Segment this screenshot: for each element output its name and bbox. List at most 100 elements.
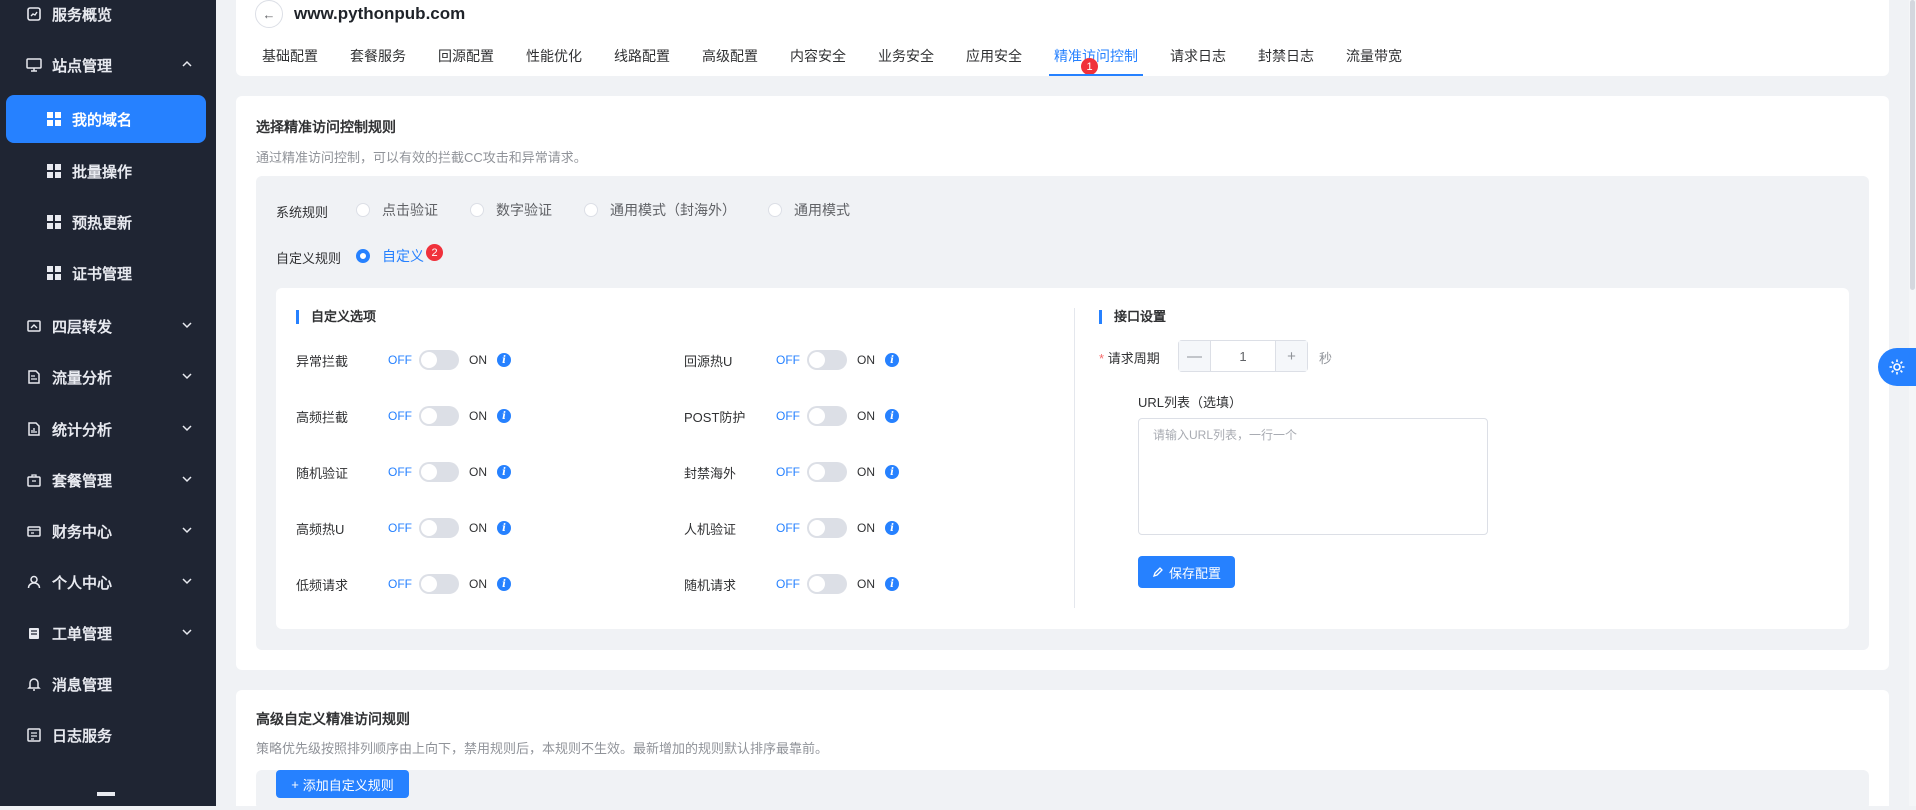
radio-general-mode[interactable]: 通用模式 <box>768 200 850 220</box>
info-icon[interactable]: i <box>497 409 511 423</box>
sidebar-item-label: 批量操作 <box>72 163 133 181</box>
plus-icon: + <box>291 776 299 792</box>
sidebar-item-label: 工单管理 <box>52 625 113 643</box>
scrollbar[interactable] <box>1909 0 1916 806</box>
back-button[interactable]: ← <box>255 0 283 28</box>
sidebar-item-site-management[interactable]: 站点管理 <box>0 43 216 87</box>
info-icon[interactable]: i <box>497 577 511 591</box>
radio-circle <box>768 203 782 217</box>
tab-request-log[interactable]: 请求日志 <box>1170 46 1226 76</box>
sidebar-item-overview[interactable]: 服务概览 <box>0 0 216 36</box>
sidebar-item-certificates[interactable]: 证书管理 <box>0 251 216 295</box>
toggle-high-freq-block[interactable] <box>419 406 459 426</box>
sidebar-item-finance[interactable]: 财务中心 <box>0 509 216 553</box>
tab-access-control[interactable]: 精准访问控制 1 <box>1049 46 1143 76</box>
sidebar-item-statistics[interactable]: 统计分析 <box>0 407 216 451</box>
info-icon[interactable]: i <box>885 409 899 423</box>
info-icon[interactable]: i <box>497 521 511 535</box>
info-icon[interactable]: i <box>885 353 899 367</box>
sidebar-item-tickets[interactable]: 工单管理 <box>0 611 216 655</box>
switch-row: POST防护 OFF ON i <box>684 406 904 426</box>
tab-ban-log[interactable]: 封禁日志 <box>1258 46 1314 76</box>
radio-click-verify[interactable]: 点击验证 <box>356 200 438 220</box>
chevron-down-icon <box>182 629 192 636</box>
toggle-high-freq-hot-url[interactable] <box>419 518 459 538</box>
info-icon[interactable]: i <box>885 465 899 479</box>
sidebar-item-my-domains[interactable]: 我的域名 <box>6 95 206 143</box>
custom-options-title: 自定义选项 <box>296 310 376 324</box>
radio-circle <box>470 203 484 217</box>
sidebar-item-personal[interactable]: 个人中心 <box>0 560 216 604</box>
divider <box>1074 308 1075 608</box>
url-list-textarea[interactable]: 请输入URL列表，一行一个 <box>1138 418 1488 535</box>
switch-name: 封禁海外 <box>684 465 737 481</box>
toggle-post-protection[interactable] <box>807 406 847 426</box>
tab-advanced-config[interactable]: 高级配置 <box>702 46 758 76</box>
sidebar-item-traffic-analysis[interactable]: 流量分析 <box>0 355 216 399</box>
switch-name: 高频热U <box>296 521 345 537</box>
tab-line-config[interactable]: 线路配置 <box>614 46 670 76</box>
scrollbar-thumb[interactable] <box>1910 0 1915 290</box>
radio-general-no-overseas[interactable]: 通用模式（封海外） <box>584 200 736 220</box>
sidebar-item-preheat[interactable]: 预热更新 <box>0 200 216 244</box>
add-custom-rule-button[interactable]: + 添加自定义规则 <box>276 770 409 798</box>
settings-float-button[interactable] <box>1878 348 1916 386</box>
tab-app-security[interactable]: 应用安全 <box>966 46 1022 76</box>
toggle-block-overseas[interactable] <box>807 462 847 482</box>
sidebar-item-l4-forward[interactable]: 四层转发 <box>0 304 216 348</box>
on-label: ON <box>857 409 875 423</box>
ticket-icon <box>26 625 42 641</box>
off-label: OFF <box>388 409 412 423</box>
arrow-left-icon: ← <box>262 6 276 22</box>
period-value[interactable]: 1 <box>1211 341 1275 371</box>
info-icon[interactable]: i <box>885 577 899 591</box>
toggle-abnormal-block[interactable] <box>419 350 459 370</box>
toggle-random-verify[interactable] <box>419 462 459 482</box>
toggle-origin-hot-url[interactable] <box>807 350 847 370</box>
tab-content-security[interactable]: 内容安全 <box>790 46 846 76</box>
sidebar-item-label: 我的域名 <box>72 111 133 129</box>
radio-number-verify[interactable]: 数字验证 <box>470 200 552 220</box>
chevron-up-icon <box>182 60 192 67</box>
tab-origin-config[interactable]: 回源配置 <box>438 46 494 76</box>
switch-name: 异常拦截 <box>296 353 349 369</box>
grid-icon <box>46 214 62 230</box>
on-label: ON <box>469 353 487 367</box>
info-icon[interactable]: i <box>497 465 511 479</box>
off-label: OFF <box>388 521 412 535</box>
request-period-stepper: — 1 + <box>1178 340 1308 372</box>
rules-panel: 系统规则 点击验证 数字验证 通用模式（封海外） 通用模式 自定义规则 自定义 … <box>256 176 1869 650</box>
switch-row: 高频热U OFF ON i <box>296 518 516 538</box>
step-badge-1: 1 <box>1081 58 1098 75</box>
switch-row: 回源热U OFF ON i <box>684 350 904 370</box>
sidebar-item-packages[interactable]: 套餐管理 <box>0 458 216 502</box>
tab-basic-config[interactable]: 基础配置 <box>262 46 318 76</box>
info-icon[interactable]: i <box>885 521 899 535</box>
tab-performance[interactable]: 性能优化 <box>526 46 582 76</box>
increment-button[interactable]: + <box>1275 341 1307 371</box>
sidebar-item-messages[interactable]: 消息管理 <box>0 662 216 706</box>
tab-traffic-bandwidth[interactable]: 流量带宽 <box>1346 46 1402 76</box>
chevron-down-icon <box>182 527 192 534</box>
toggle-low-freq-request[interactable] <box>419 574 459 594</box>
sidebar-item-logs[interactable]: 日志服务 <box>0 713 216 757</box>
decrement-button[interactable]: — <box>1179 341 1211 371</box>
sidebar-item-label: 四层转发 <box>52 318 113 336</box>
grid-icon <box>46 111 62 127</box>
tab-business-security[interactable]: 业务安全 <box>878 46 934 76</box>
radio-circle <box>356 203 370 217</box>
required-star: * <box>1099 351 1105 366</box>
radio-custom[interactable]: 自定义 <box>356 246 424 266</box>
toggle-random-request[interactable] <box>807 574 847 594</box>
info-icon[interactable]: i <box>497 353 511 367</box>
toggle-captcha[interactable] <box>807 518 847 538</box>
radio-label: 通用模式（封海外） <box>610 202 736 218</box>
sidebar-item-batch[interactable]: 批量操作 <box>0 149 216 193</box>
period-unit: 秒 <box>1319 351 1333 366</box>
tab-package-service[interactable]: 套餐服务 <box>350 46 406 76</box>
off-label: OFF <box>388 353 412 367</box>
radio-label: 自定义 <box>382 248 424 264</box>
on-label: ON <box>857 353 875 367</box>
menu-toggle-icon[interactable] <box>97 792 115 796</box>
save-config-button[interactable]: 保存配置 <box>1138 556 1235 588</box>
